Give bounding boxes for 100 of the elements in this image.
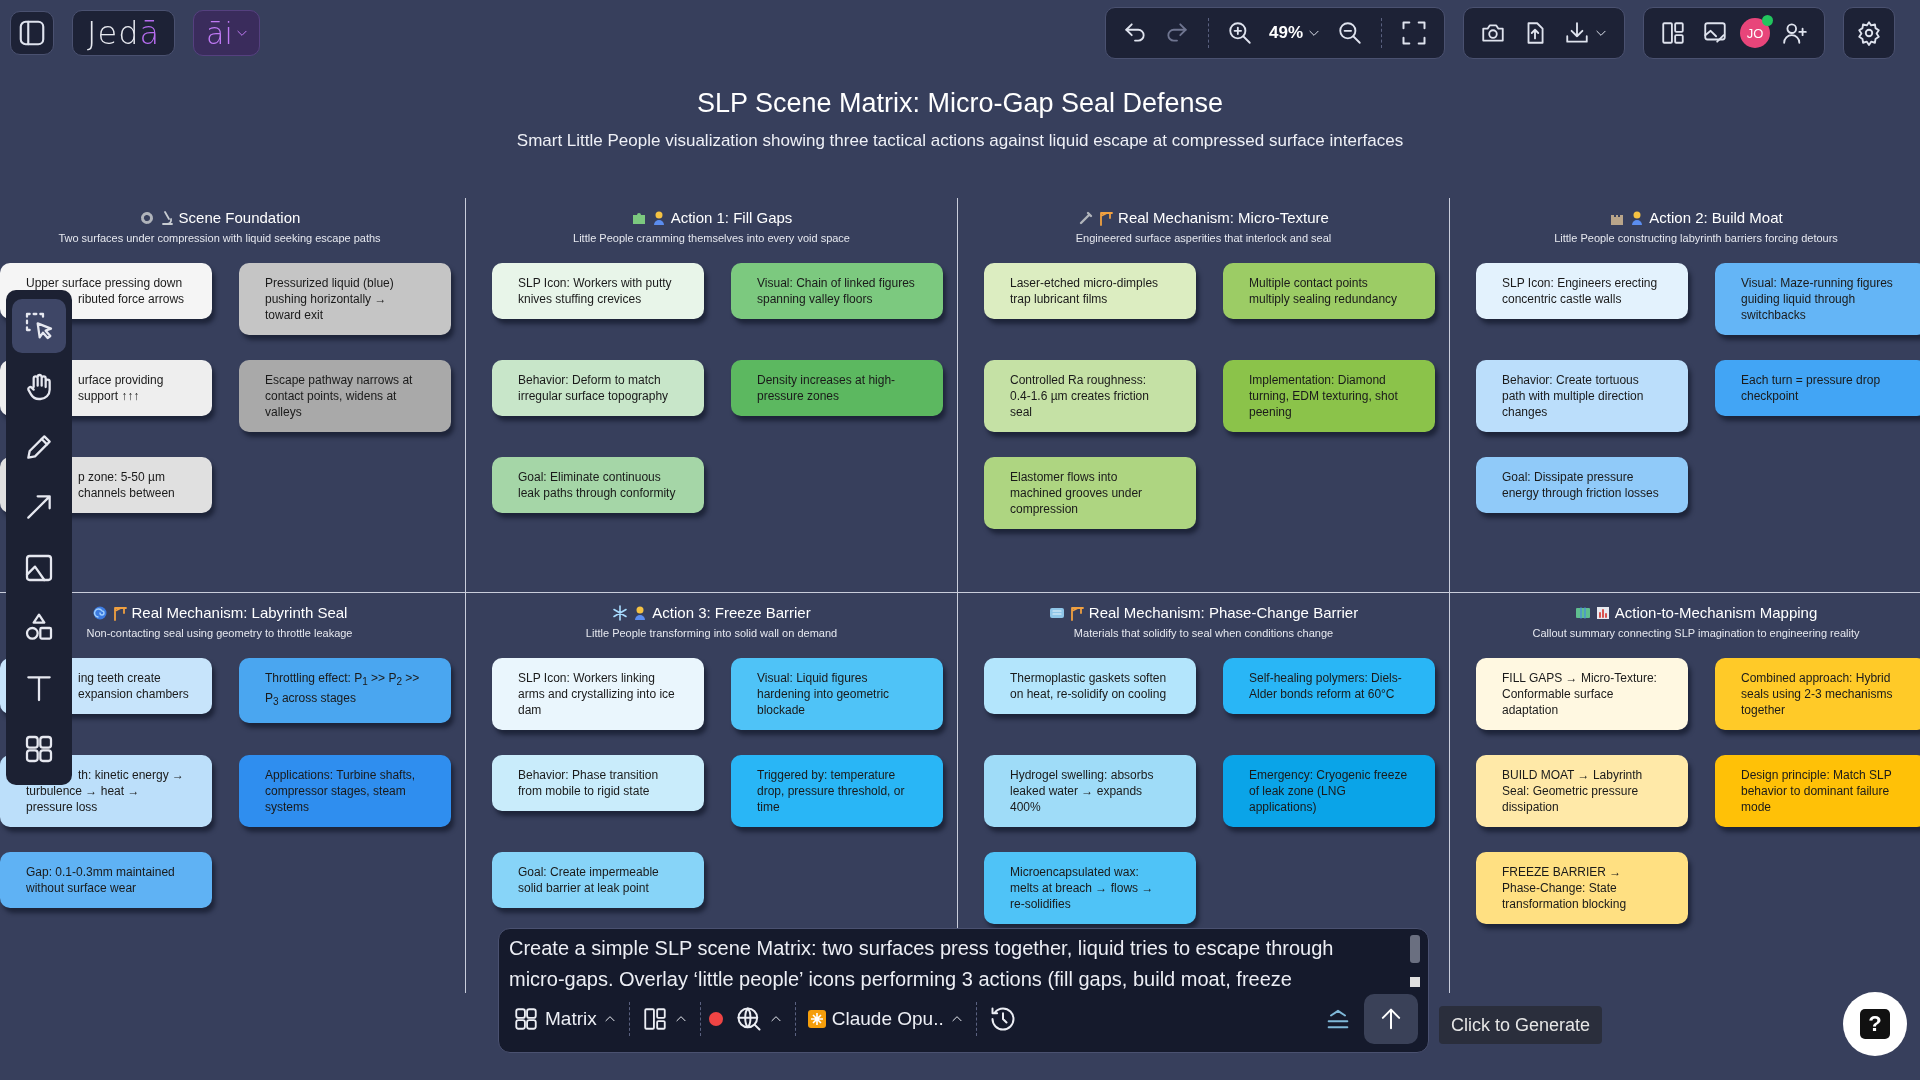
mode-dropdown[interactable]: Matrix [509, 1004, 621, 1034]
sticky-note: Goal: Eliminate continuous leak paths through conformity [492, 457, 704, 513]
gear-icon [138, 210, 155, 226]
ai-menu-button[interactable]: āi [193, 10, 260, 56]
sticky-note: Self-healing polymers: Diels-Alder bonds reform at 60°C [1223, 658, 1435, 714]
note-line: support ↑↑↑ [77, 388, 141, 404]
sticky-note: SLP Icon: Engineers erecting concentric castle walls [1476, 263, 1688, 319]
scrollbar[interactable] [1410, 935, 1420, 963]
section-title: Real Mechanism: Labyrinth Seal [131, 603, 348, 623]
page-subtitle: Smart Little People visualization showing three tactical actions against liquid escape at compressed surface interfaces [515, 130, 1405, 152]
zoom-dropdown[interactable]: 49% [1264, 19, 1325, 47]
sticky-note: Visual: Maze-running figures guiding liquid through switchbacks [1715, 263, 1920, 335]
sticky-note: Design principle: Match SLP behavior to dominant failure mode [1715, 755, 1920, 827]
sticky-note: Combined approach: Hybrid seals using 2-3 mechanisms together [1715, 658, 1920, 730]
sticky-note: FILL GAPS → Micro-Texture: Conformable surface adaptation [1476, 658, 1688, 730]
user-avatar[interactable]: JO [1740, 18, 1770, 48]
note-line: turbulence → heat → [26, 783, 141, 799]
prompt-input[interactable]: Create a simple SLP scene Matrix: two surfaces press together, liquid tries to escape through micro-gaps. Overlay ‘little people’ icons performing 3 actions (fill gaps, build moat, freeze [509, 933, 1389, 995]
image-icon [1702, 20, 1728, 46]
sticky-note: SLP Icon: Workers with putty knives stuffing crevices [492, 263, 704, 319]
section-subtitle: Materials that solidify to seal when conditions change [1072, 626, 1335, 640]
layout-icon [641, 1006, 668, 1032]
sticky-note: Microencapsulated wax: melts at breach → flows → re-solidifies [984, 852, 1196, 924]
section-subtitle: Two surfaces under compression with liquid seeking escape paths [57, 231, 382, 245]
section-subtitle: Callout summary connecting SLP imagination to engineering reality [1531, 626, 1861, 640]
sticky-note: Density increases at high-pressure zones [731, 360, 943, 416]
section-subtitle: Little People constructing labyrinth barriers forcing detours [1553, 231, 1839, 245]
note-line: pressure loss [26, 799, 99, 815]
spiral-icon [91, 605, 108, 621]
note-line: channels between [77, 485, 176, 501]
star-icon [807, 1010, 826, 1028]
layout-icon [1660, 20, 1686, 46]
select-tool[interactable] [12, 299, 66, 354]
puzzle-icon [630, 210, 647, 226]
note-line: ing teeth create [77, 670, 162, 686]
note-line: th: kinetic energy → [77, 767, 186, 783]
section-title: Action 1: Fill Gaps [670, 208, 793, 228]
sticky-note: Multiple contact points multiply sealing redundancy [1223, 263, 1435, 319]
sticky-note: Pressurized liquid (blue) pushing horizontally → toward exit [239, 263, 451, 335]
sticky-note: Thermoplastic gaskets soften on heat, re-solidify on cooling [984, 658, 1196, 714]
note-line: urface providing [77, 372, 165, 388]
sticky-note: Applications: Turbine shafts, compressor stages, steam systems [239, 755, 451, 827]
sticky-note: SLP Icon: Workers linking arms and crystallizing into ice dam [492, 658, 704, 730]
sticky-note: Visual: Liquid figures hardening into geometric blockade [731, 658, 943, 730]
section-title: Real Mechanism: Micro-Texture [1118, 208, 1329, 228]
sticky-note: Behavior: Phase transition from mobile to rigid state [492, 755, 704, 811]
sticky-note: Elastomer flows into machined grooves under compression [984, 457, 1196, 529]
sticky-note: FREEZE BARRIER → Phase-Change: State transformation blocking [1476, 852, 1688, 924]
add-user-icon [1782, 20, 1808, 46]
send-button[interactable] [1364, 994, 1418, 1044]
sticky-note: Behavior: Create tortuous path with multiple direction changes [1476, 360, 1688, 432]
crane-icon [1098, 210, 1115, 226]
tooltip: Click to Generate [1439, 1006, 1603, 1044]
settings-icon [1856, 20, 1882, 46]
sticky-note: BUILD MOAT → Labyrinth Seal: Geometric pressure dissipation [1476, 755, 1688, 827]
zoom-out-icon [1337, 20, 1363, 46]
resize-handle[interactable] [1410, 977, 1420, 987]
download-icon [1564, 20, 1590, 46]
section-title: Action 3: Freeze Barrier [652, 603, 811, 623]
section-subtitle: Engineered surface asperities that interlock and seal [1074, 231, 1333, 245]
model-dropdown[interactable]: Claude Opu.. [803, 1006, 968, 1032]
section-title: Scene Foundation [178, 208, 301, 228]
chart-icon [1594, 605, 1611, 621]
sticky-note: Each turn = pressure drop checkpoint [1715, 360, 1920, 416]
sticky-note: Gap: 0.1-0.3mm maintained without surface wear [0, 852, 212, 908]
sticky-note: Escape pathway narrows at contact points, widens at valleys [239, 360, 451, 432]
section-subtitle: Non-contacting seal using geometry to throttle leakage [85, 626, 354, 640]
section-title: Action 2: Build Moat [1649, 208, 1783, 228]
sticky-note: Goal: Create impermeable solid barrier at leak point [492, 852, 704, 908]
zoom-in-icon [1226, 20, 1253, 46]
sticky-note: Hydrogel swelling: absorbs leaked water → expands 400% [984, 755, 1196, 827]
section-title: Real Mechanism: Phase-Change Barrier [1088, 603, 1359, 623]
section-subtitle: Little People cramming themselves into every void space [572, 231, 851, 245]
note-line: p zone: 5-50 µm [77, 469, 166, 485]
grid-icon [513, 1006, 539, 1032]
crane-icon [1068, 605, 1085, 621]
sticky-note: Behavior: Deform to match irregular surface topography [492, 360, 704, 416]
sticky-note: Triggered by: temperature drop, pressure threshold, or time [731, 755, 943, 827]
note-line: Upper surface pressing down [26, 275, 184, 291]
help-button[interactable]: ? [1843, 992, 1907, 1056]
record-dot[interactable] [708, 1012, 723, 1026]
section-subtitle: Little People transforming into solid wall on demand [584, 626, 839, 640]
settings-button[interactable] [1843, 7, 1895, 59]
sticky-note: Laser-etched micro-dimples trap lubricant films [984, 263, 1196, 319]
page-title: SLP Scene Matrix: Micro-Gap Seal Defense [695, 87, 1225, 119]
sidebar-toggle-button[interactable] [10, 11, 54, 55]
snowflake-icon [612, 605, 629, 621]
sticky-note: Visual: Chain of linked figures spanning valley floors [731, 263, 943, 319]
section-title: Action-to-Mechanism Mapping [1614, 603, 1818, 623]
sticky-note: Goal: Dissipate pressure energy through friction losses [1476, 457, 1688, 513]
fullscreen-icon [1400, 19, 1428, 47]
crane-icon [111, 605, 128, 621]
sticky-note: Implementation: Diamond turning, EDM texturing, shot peening [1223, 360, 1435, 432]
sidebar-icon [17, 18, 47, 48]
note-line: ributed force arrows [77, 291, 186, 307]
map-icon [1574, 605, 1591, 621]
online-dot [1762, 15, 1773, 26]
sticky-note: Throttling effect: P$_{1}$ >> P$_{2}$ >> P$_{3}$ across stages [239, 658, 451, 723]
sticky-note: Emergency: Cryogenic freeze of leak zone (LNG applications) [1223, 755, 1435, 827]
app-logo: Jed ā [72, 10, 176, 56]
